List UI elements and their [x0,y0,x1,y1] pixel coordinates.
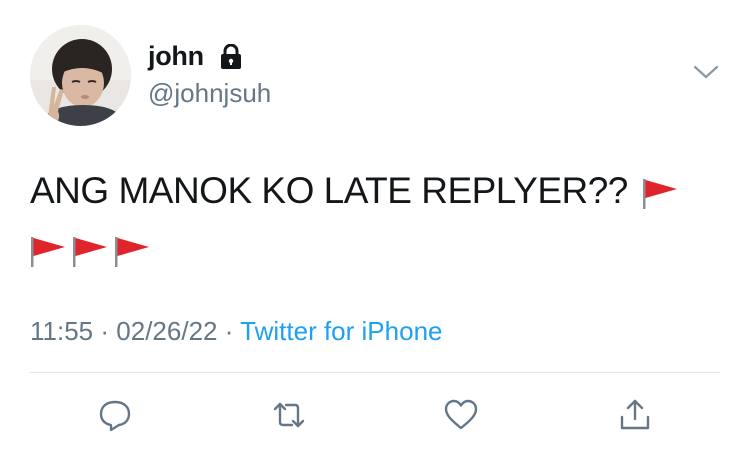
tweet-source-link[interactable]: Twitter for iPhone [240,316,442,346]
tweet-body: ANG MANOK KO LATE REPLYER?? [30,170,628,211]
like-icon[interactable] [443,397,479,433]
retweet-icon[interactable] [271,397,307,433]
avatar[interactable] [30,25,131,126]
tweet-meta: 11:55 · 02/26/22 · Twitter for iPhone [30,316,442,347]
tweet-date: 02/26/22 [116,316,218,346]
profile-photo [30,25,131,126]
meta-separator: · [100,316,110,346]
divider [30,372,720,373]
tweet-time: 11:55 [30,316,94,346]
lock-icon [220,43,242,69]
chevron-down-icon[interactable] [693,63,719,81]
meta-separator: · [224,316,234,346]
share-icon[interactable] [617,397,653,433]
display-name[interactable]: john [148,41,204,72]
red-flag-icon [112,234,152,268]
tweet-text: ANG MANOK KO LATE REPLYER?? [30,162,720,278]
red-flag-icon [70,234,110,268]
red-flag-icon [28,234,68,268]
red-flag-icon [640,176,680,210]
user-handle[interactable]: @johnjsuh [148,78,271,109]
reply-icon[interactable] [97,397,133,433]
